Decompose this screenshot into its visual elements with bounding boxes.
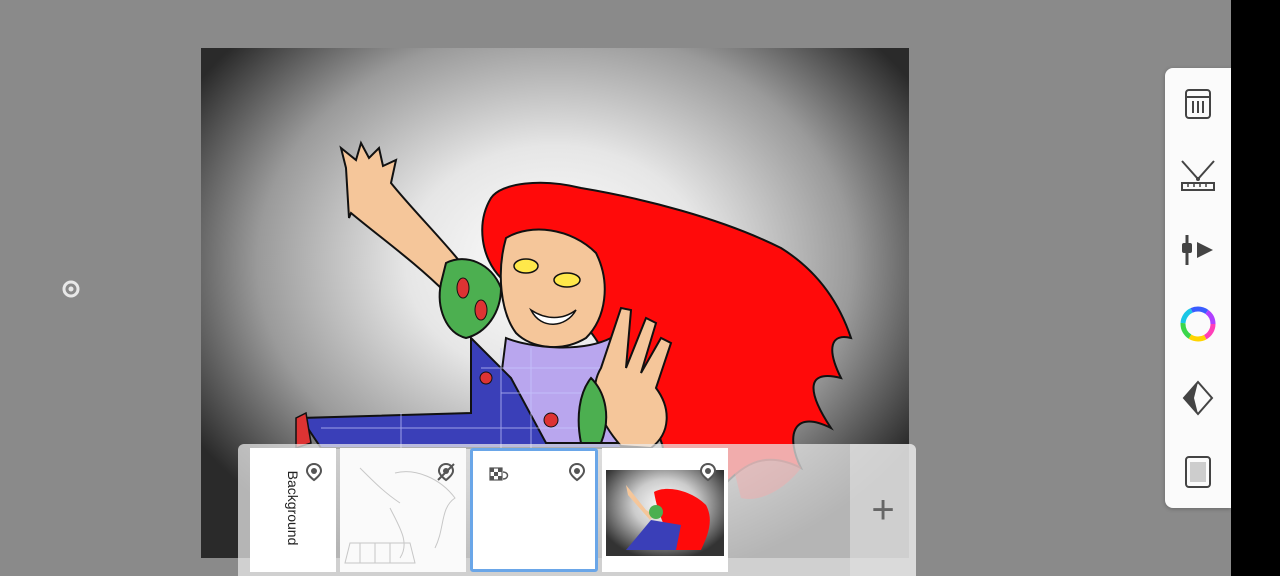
illustration-spot [456, 277, 470, 299]
illustration-eye [553, 272, 581, 288]
adjustments-tool-button[interactable] [1178, 230, 1218, 270]
layer-thumbnail [606, 470, 724, 556]
layers-panel: Background + [238, 444, 916, 576]
illustration-face [499, 228, 606, 349]
layer-visible-icon[interactable] [567, 462, 587, 482]
layer-visible-icon[interactable] [698, 462, 718, 482]
layer-selected[interactable] [470, 448, 598, 572]
illustration-spot [474, 299, 488, 321]
fill-tool-button[interactable] [1178, 378, 1218, 418]
screen-edge [1231, 0, 1280, 576]
canvas-rotate-handle[interactable] [60, 278, 82, 300]
alpha-lock-icon[interactable] [489, 467, 511, 483]
canvas-tool-button[interactable] [1178, 452, 1218, 492]
layer-background[interactable]: Background [250, 448, 336, 572]
illustration-sleeve [438, 258, 503, 340]
rotate-icon [62, 280, 80, 298]
layer-name: Background [285, 470, 301, 546]
layers-tool-button[interactable] [1178, 84, 1218, 124]
illustration-button [479, 371, 493, 385]
layer-color[interactable] [602, 448, 728, 572]
layer-hidden-icon[interactable] [436, 462, 456, 482]
illustration-eye [513, 258, 539, 274]
add-icon: + [871, 488, 895, 532]
compass-ruler-icon [1181, 160, 1215, 191]
layer-sketch[interactable] [340, 448, 466, 572]
canvas-frame-icon [1185, 456, 1211, 488]
side-toolbar [1165, 68, 1231, 508]
slider-adjust-icon [1182, 235, 1213, 265]
color-tool-button[interactable] [1178, 304, 1218, 344]
color-wheel-icon [1180, 306, 1216, 342]
add-layer-button[interactable]: + [850, 444, 916, 576]
illustration-button [543, 412, 559, 428]
layer-visible-icon[interactable] [304, 462, 324, 482]
diamond-fill-icon [1182, 380, 1214, 416]
ruler-tool-button[interactable] [1178, 156, 1218, 196]
layers-grid-icon [1185, 89, 1211, 119]
